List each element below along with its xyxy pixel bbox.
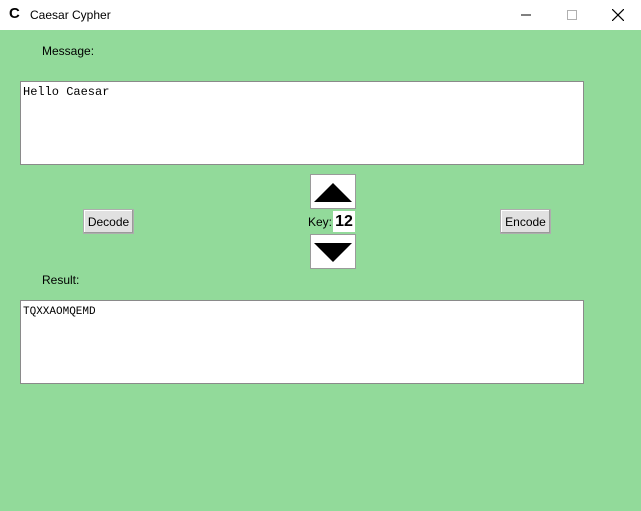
key-increase-button[interactable] [310, 174, 356, 209]
key-value: 12 [333, 211, 355, 232]
key-label: Key: [308, 215, 333, 229]
result-text: TQXXAOMQEMD [23, 306, 96, 318]
app-window: C Caesar Cypher Message: Hello Caesar De… [0, 0, 641, 511]
arrow-down-icon [314, 242, 352, 262]
message-label: Message: [42, 44, 95, 58]
minimize-icon [521, 14, 531, 16]
close-icon [612, 9, 624, 21]
app-logo-icon: C [9, 5, 20, 22]
close-button[interactable] [595, 0, 641, 30]
message-input[interactable]: Hello Caesar [20, 81, 584, 165]
arrow-up-icon [314, 182, 352, 202]
message-text: Hello Caesar [23, 85, 110, 99]
minimize-button[interactable] [503, 0, 549, 30]
title-bar: C Caesar Cypher [0, 0, 641, 30]
maximize-icon [567, 10, 577, 20]
maximize-button[interactable] [549, 0, 595, 30]
decode-button[interactable]: Decode [83, 209, 134, 234]
key-decrease-button[interactable] [310, 234, 356, 269]
encode-button[interactable]: Encode [500, 209, 551, 234]
result-output[interactable]: TQXXAOMQEMD [20, 300, 584, 384]
result-label: Result: [42, 273, 80, 287]
window-title: Caesar Cypher [30, 8, 111, 22]
